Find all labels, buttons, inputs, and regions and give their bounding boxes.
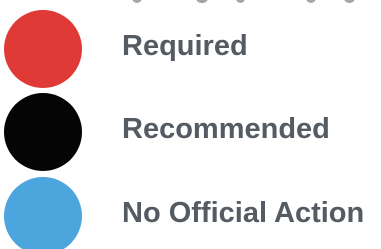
legend-item-recommended: Recommended [0, 90, 381, 171]
legend-label-recommended: Recommended [122, 113, 330, 145]
blue-circle-icon [4, 177, 82, 249]
cropped-text-remnant [0, 0, 381, 4]
black-circle-icon [4, 93, 82, 171]
legend-label-no-official-action: No Official Action [122, 197, 365, 229]
color-legend: Required Recommended No Official Action [0, 0, 381, 249]
legend-label-required: Required [122, 30, 248, 62]
red-circle-icon [4, 10, 82, 88]
legend-item-required: Required [0, 7, 381, 88]
legend-item-no-official-action: No Official Action [0, 174, 381, 249]
